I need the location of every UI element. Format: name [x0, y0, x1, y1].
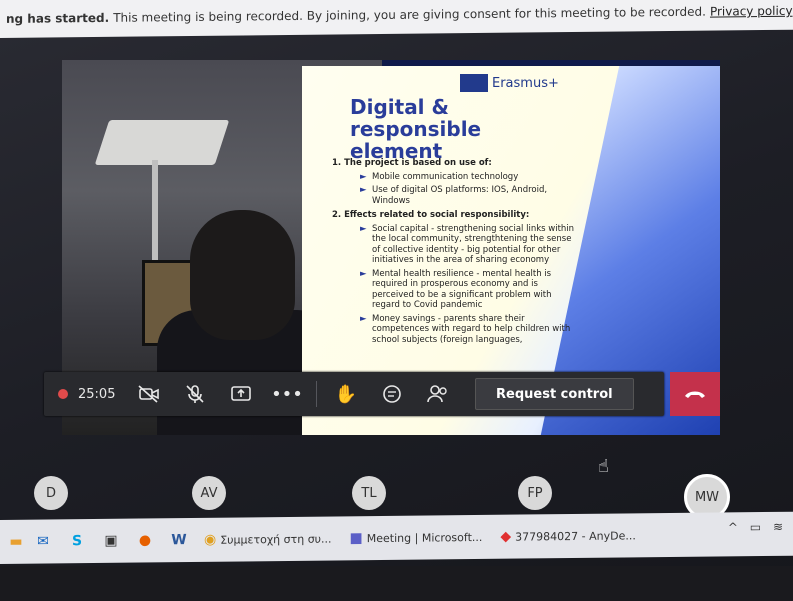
more-options-button[interactable]: ••• [264, 372, 310, 416]
slide-bullet: ► Use of digital OS platforms: IOS, Andro… [360, 185, 582, 206]
avatar-initials: AV [200, 485, 218, 501]
mic-off-button[interactable] [172, 372, 218, 416]
recording-banner: ng has started. This meeting is being re… [0, 0, 793, 39]
bullet-arrow-icon: ► [360, 313, 367, 324]
bullet-arrow-icon: ► [360, 268, 367, 279]
meeting-timer: 25:05 [78, 386, 116, 402]
slide-bullet: ► Money savings - parents share their com… [360, 314, 582, 346]
tray-app-icon[interactable]: ▭ [750, 520, 761, 534]
firefox-icon[interactable]: ● [128, 525, 162, 555]
mouse-cursor-icon: ☝ [598, 456, 609, 477]
chat-icon [383, 385, 401, 403]
slide-bullet: ► Mobile communication technology [360, 172, 582, 183]
chevron-up-icon[interactable]: ^ [728, 520, 738, 534]
wifi-icon[interactable]: ≋ [773, 520, 783, 534]
anydesk-task[interactable]: ◆ 377984027 - AnyDe... [500, 520, 635, 551]
participant-avatar[interactable]: AV [192, 476, 226, 510]
avatar-initials: FP [527, 485, 543, 501]
chat-button[interactable] [369, 372, 415, 416]
hang-up-button[interactable] [670, 372, 720, 416]
mic-off-icon [186, 385, 204, 403]
toolbar-separator [316, 381, 317, 407]
slide-content: 1. The project is based on use of: ► Mobi… [332, 154, 582, 348]
avatar-initials: TL [361, 485, 377, 501]
privacy-policy-link[interactable]: Privacy policy [710, 4, 793, 19]
erasmus-logo: Erasmus+ [460, 72, 560, 94]
participant-avatar[interactable]: D [34, 476, 68, 510]
avatar-initials: D [45, 485, 56, 501]
teams-task-label: Meeting | Microsoft... [366, 530, 483, 545]
word-icon[interactable]: W [162, 525, 196, 555]
skype-icon[interactable]: S [60, 526, 94, 556]
mail-icon[interactable]: ✉ [26, 526, 60, 556]
hang-up-icon [685, 391, 705, 398]
slide-heading-1: 1. The project is based on use of: [332, 158, 492, 168]
camera-off-button[interactable] [126, 372, 172, 416]
monitor-screen: ng has started. This meeting is being re… [0, 0, 793, 601]
anydesk-icon: ◆ [500, 528, 512, 545]
recording-indicator-icon [58, 389, 68, 399]
anydesk-task-label: 377984027 - AnyDe... [515, 528, 636, 544]
share-screen-icon [231, 386, 251, 401]
raise-hand-icon: ✋ [334, 383, 358, 405]
chrome-task-label: Συμμετοχή στη συ... [220, 532, 332, 547]
bullet-arrow-icon: ► [360, 223, 367, 234]
video-person-head [190, 210, 295, 340]
share-screen-button[interactable] [218, 372, 264, 416]
raise-hand-button[interactable]: ✋ [323, 372, 369, 416]
slide-bullet-text: Mental health resilience - mental health… [372, 268, 552, 311]
slide-bullet: ► Mental health resilience - mental healt… [360, 269, 582, 311]
erasmus-logo-text: Erasmus+ [492, 75, 559, 91]
participant-avatar[interactable]: TL [352, 476, 386, 510]
participants-row: D AV TL FP MW [0, 460, 793, 520]
meeting-toolbar: 25:05 ••• ✋ Request control [44, 372, 720, 416]
bullet-arrow-icon: ► [360, 185, 367, 195]
slide-bullet: ► Social capital - strengthening social l… [360, 224, 582, 266]
chrome-task[interactable]: ◉ Συμμετοχή στη συ... [204, 524, 332, 555]
slide-title: Digital & responsible element [350, 96, 580, 162]
slide-bullet-text: Money savings - parents share their comp… [372, 313, 571, 345]
banner-bold-text: ng has started. [6, 10, 110, 26]
store-icon[interactable]: ▣ [94, 526, 128, 556]
monitor-bezel [0, 566, 793, 601]
system-tray: ^ ▭ ≋ [728, 520, 783, 535]
participants-icon [427, 385, 447, 403]
slide-title-line1: Digital & responsible [350, 95, 482, 141]
participants-button[interactable] [415, 372, 461, 416]
teams-task[interactable]: ■ Meeting | Microsoft... [350, 522, 483, 553]
more-icon: ••• [271, 383, 303, 405]
teams-icon: ■ [349, 530, 363, 547]
slide-heading-2: 2. Effects related to social responsibil… [332, 210, 530, 220]
erasmus-logo-flag-icon [460, 74, 488, 92]
slide-bullet-text: Use of digital OS platforms: IOS, Androi… [372, 185, 548, 206]
camera-off-icon [138, 385, 159, 403]
chrome-icon: ◉ [204, 531, 217, 548]
participant-avatar[interactable]: FP [518, 476, 552, 510]
windows-taskbar: ▬ ✉ S ▣ ● W ◉ Συμμετοχή στη συ... ■ Meet… [0, 511, 793, 564]
request-control-button[interactable]: Request control [475, 378, 634, 410]
avatar-initials: MW [694, 489, 720, 505]
slide-bullet-text: Social capital - strengthening social li… [372, 223, 575, 266]
video-desk [94, 120, 230, 165]
file-explorer-icon[interactable]: ▬ [6, 527, 26, 557]
bullet-arrow-icon: ► [360, 171, 367, 182]
slide-bullet-text: Mobile communication technology [372, 171, 519, 182]
banner-message: This meeting is being recorded. By joini… [113, 4, 706, 25]
